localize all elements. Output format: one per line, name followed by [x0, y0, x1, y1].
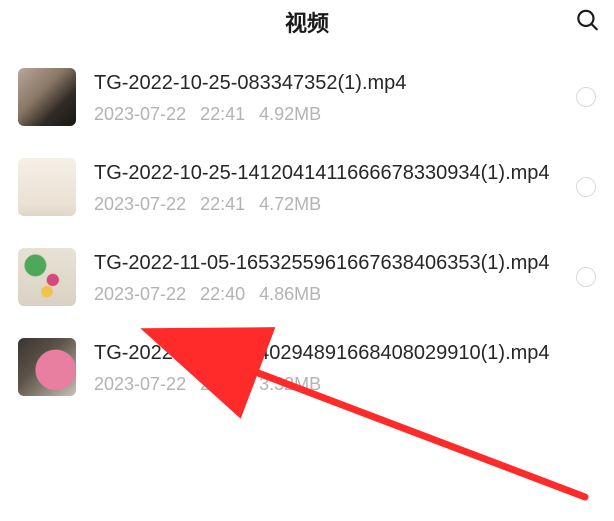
- page-title: 视频: [285, 6, 329, 38]
- file-info: TG-2022-11-05-1653255961667638406353(1).…: [94, 249, 558, 305]
- file-time: 22:40: [200, 374, 245, 394]
- file-date: 2023-07-22: [94, 284, 186, 304]
- file-date: 2023-07-22: [94, 194, 186, 214]
- search-icon[interactable]: [574, 7, 600, 38]
- list-item[interactable]: TG-2022-10-25-083347352(1).mp4 2023-07-2…: [0, 52, 614, 142]
- file-name: TG-2022-11-14-1440294891668408029910(1).…: [94, 339, 596, 368]
- file-info: TG-2022-10-25-083347352(1).mp4 2023-07-2…: [94, 69, 558, 125]
- file-meta: 2023-07-22 22:40 4.86MB: [94, 284, 558, 305]
- file-meta: 2023-07-22 22:40 3.32MB: [94, 374, 596, 395]
- file-list: TG-2022-10-25-083347352(1).mp4 2023-07-2…: [0, 44, 614, 412]
- file-name: TG-2022-10-25-1412041411666678330934(1).…: [94, 159, 558, 188]
- file-time: 22:41: [200, 194, 245, 214]
- select-radio[interactable]: [576, 177, 596, 197]
- file-size: 4.92MB: [259, 104, 321, 124]
- header: 视频: [0, 0, 614, 44]
- file-date: 2023-07-22: [94, 374, 186, 394]
- file-size: 3.32MB: [259, 374, 321, 394]
- select-radio[interactable]: [576, 87, 596, 107]
- video-thumbnail: [18, 158, 76, 216]
- file-info: TG-2022-10-25-1412041411666678330934(1).…: [94, 159, 558, 215]
- video-thumbnail: [18, 68, 76, 126]
- file-meta: 2023-07-22 22:41 4.92MB: [94, 104, 558, 125]
- list-item[interactable]: TG-2022-11-05-1653255961667638406353(1).…: [0, 232, 614, 322]
- file-time: 22:41: [200, 104, 245, 124]
- video-thumbnail: [18, 338, 76, 396]
- video-thumbnail: [18, 248, 76, 306]
- file-date: 2023-07-22: [94, 104, 186, 124]
- select-radio[interactable]: [576, 267, 596, 287]
- file-name: TG-2022-10-25-083347352(1).mp4: [94, 69, 558, 98]
- file-meta: 2023-07-22 22:41 4.72MB: [94, 194, 558, 215]
- file-name: TG-2022-11-05-1653255961667638406353(1).…: [94, 249, 558, 278]
- file-time: 22:40: [200, 284, 245, 304]
- file-size: 4.72MB: [259, 194, 321, 214]
- file-size: 4.86MB: [259, 284, 321, 304]
- list-item[interactable]: TG-2022-11-14-1440294891668408029910(1).…: [0, 322, 614, 412]
- list-item[interactable]: TG-2022-10-25-1412041411666678330934(1).…: [0, 142, 614, 232]
- file-info: TG-2022-11-14-1440294891668408029910(1).…: [94, 339, 596, 395]
